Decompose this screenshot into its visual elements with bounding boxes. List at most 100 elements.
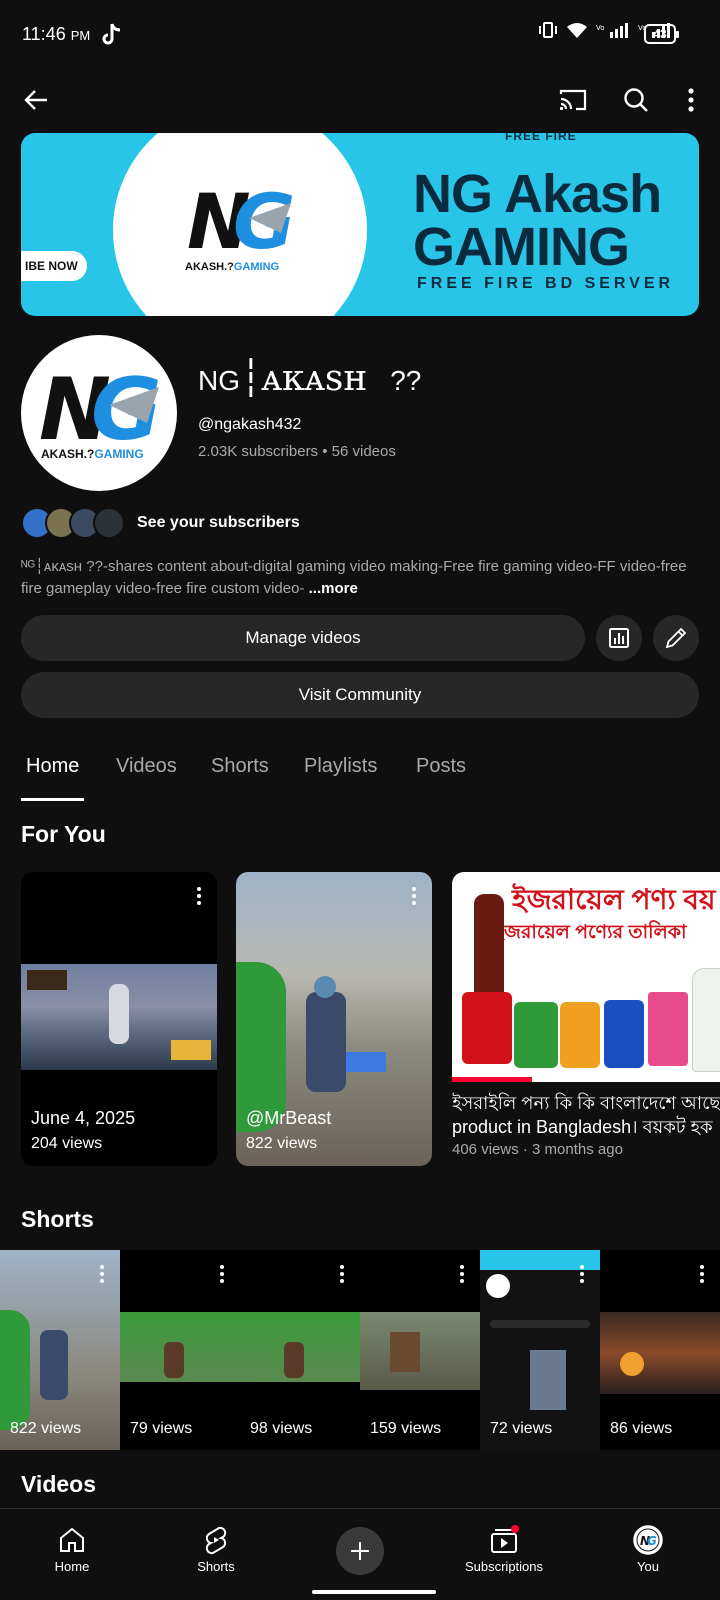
channel-handle: @ngakash432 bbox=[198, 416, 302, 433]
avatar-logo-text: AKASH.?GAMING bbox=[41, 447, 144, 461]
short-views: 822 views bbox=[10, 1420, 82, 1437]
nav-label: Subscriptions bbox=[464, 1559, 544, 1574]
more-vert-icon[interactable] bbox=[572, 1262, 592, 1286]
shorts-icon bbox=[205, 1526, 227, 1555]
tab-playlists[interactable]: Playlists bbox=[304, 750, 377, 800]
banner-subscribe-pill: IBE NOW bbox=[21, 251, 87, 281]
short-thumbnail bbox=[360, 1312, 480, 1390]
videos-heading: Videos bbox=[21, 1471, 96, 1497]
for-you-card[interactable]: June 4, 2025 204 views bbox=[21, 872, 217, 1166]
see-subscribers-link[interactable]: See your subscribers bbox=[137, 514, 300, 532]
nav-subscriptions[interactable]: Subscriptions bbox=[444, 1509, 564, 1589]
short-item[interactable]: 159 views bbox=[360, 1250, 480, 1450]
vibrate-icon bbox=[539, 22, 557, 38]
status-time: 11:46 PM bbox=[22, 24, 91, 44]
banner-top-text: FREE FIRE bbox=[505, 133, 577, 143]
search-icon bbox=[624, 88, 648, 112]
bottom-navigation: Home Shorts Subscriptions NG You bbox=[0, 1508, 720, 1600]
active-tab-indicator bbox=[21, 798, 84, 801]
pencil-icon bbox=[665, 627, 687, 649]
short-thumbnail bbox=[120, 1312, 240, 1382]
nav-shorts[interactable]: Shorts bbox=[156, 1509, 276, 1589]
short-views: 72 views bbox=[490, 1420, 553, 1437]
can bbox=[514, 1002, 558, 1068]
short-item[interactable]: 86 views bbox=[600, 1250, 720, 1450]
manage-videos-button[interactable]: Manage videos bbox=[21, 615, 585, 661]
edit-button[interactable] bbox=[653, 615, 699, 661]
more-vert-icon[interactable] bbox=[92, 1262, 112, 1286]
more-vert-icon[interactable] bbox=[212, 1262, 232, 1286]
analytics-button[interactable] bbox=[596, 615, 642, 661]
tab-home[interactable]: Home bbox=[26, 750, 79, 800]
for-you-heading: For You bbox=[21, 821, 106, 847]
thumb-preview bbox=[530, 1350, 566, 1410]
tab-shorts[interactable]: Shorts bbox=[211, 750, 269, 800]
video-thumbnail[interactable]: ইজরায়েল পণ্য বয় ইজরায়েল পণ্যের তালিকা bbox=[452, 872, 720, 1082]
tab-videos[interactable]: Videos bbox=[116, 750, 177, 800]
cast-button[interactable] bbox=[551, 78, 595, 122]
card-views: 204 views bbox=[31, 1135, 103, 1152]
short-thumbnail bbox=[240, 1312, 360, 1382]
short-item[interactable]: 822 views bbox=[0, 1250, 120, 1450]
channel-description[interactable]: ᴺᴳ┆ᴀᴋᴀsʜ ??-shares content about-digital… bbox=[21, 556, 701, 600]
short-views: 98 views bbox=[250, 1420, 313, 1437]
create-button[interactable] bbox=[336, 1527, 384, 1575]
can bbox=[560, 1002, 600, 1068]
channel-stats: 2.03K subscribers • 56 videos bbox=[198, 443, 396, 460]
more-vert-icon[interactable] bbox=[452, 1262, 472, 1286]
profile-avatar-icon: NG bbox=[633, 1525, 663, 1555]
video-thumbnail bbox=[21, 964, 217, 1070]
banner-title-line2: GAMING bbox=[413, 217, 630, 277]
banner-subtitle: FREE FIRE BD SERVER bbox=[417, 275, 675, 292]
short-item[interactable]: 72 views bbox=[480, 1250, 600, 1450]
tab-posts[interactable]: Posts bbox=[416, 750, 466, 800]
can bbox=[604, 1000, 644, 1068]
battery-indicator: 43 bbox=[644, 24, 679, 44]
subscriber-avatar bbox=[93, 507, 125, 539]
card-title: @MrBeast bbox=[246, 1108, 332, 1128]
signal-icon: Vo bbox=[596, 23, 628, 38]
home-indicator[interactable] bbox=[312, 1590, 436, 1594]
nav-home[interactable]: Home bbox=[12, 1509, 132, 1589]
short-item[interactable]: 98 views bbox=[240, 1250, 360, 1450]
back-button[interactable] bbox=[14, 78, 58, 122]
tiktok-icon bbox=[102, 23, 121, 45]
channel-avatar[interactable]: N G AKASH.?GAMING bbox=[21, 335, 177, 491]
avatar-logo: N G bbox=[39, 360, 162, 460]
back-arrow-icon bbox=[24, 90, 47, 110]
subscriber-avatars[interactable] bbox=[21, 507, 131, 539]
short-thumbnail bbox=[600, 1312, 720, 1394]
banner-logo: N G AKASH.?GAMING bbox=[181, 173, 331, 283]
channel-banner: N G AKASH.?GAMING IBE NOW FREE FIRE NG A… bbox=[21, 133, 699, 316]
watch-progress bbox=[452, 1077, 532, 1082]
more-vert-icon[interactable] bbox=[332, 1262, 352, 1286]
more-vert-icon[interactable] bbox=[692, 1262, 712, 1286]
more-vert-icon[interactable] bbox=[404, 884, 424, 908]
channel-tabs: Home Videos Shorts Playlists Posts bbox=[0, 750, 720, 801]
app-bar bbox=[0, 70, 720, 130]
detergent-box bbox=[648, 992, 688, 1066]
nav-label: You bbox=[637, 1559, 659, 1574]
avatar bbox=[486, 1274, 510, 1298]
visit-community-button[interactable]: Visit Community bbox=[21, 672, 699, 718]
more-vert-icon bbox=[688, 88, 694, 112]
short-item[interactable]: 79 views bbox=[120, 1250, 240, 1450]
channel-name: NG┆ᴀᴋᴀsʜ ?? bbox=[198, 358, 422, 399]
cast-icon bbox=[559, 89, 587, 111]
nav-label: Shorts bbox=[197, 1559, 235, 1574]
more-button[interactable] bbox=[669, 78, 713, 122]
status-bar: 11:46 PM Vo Vo 43 bbox=[0, 0, 720, 70]
video-title[interactable]: ইসরাইলি পন্য কি কি বাংলাদেশে আছে product… bbox=[452, 1091, 720, 1139]
short-views: 86 views bbox=[610, 1420, 673, 1437]
video-meta: 406 views · 3 months ago bbox=[452, 1141, 623, 1158]
more-link[interactable]: ...more bbox=[309, 580, 358, 597]
search-button[interactable] bbox=[614, 78, 658, 122]
shorts-heading: Shorts bbox=[21, 1206, 94, 1232]
short-views: 79 views bbox=[130, 1420, 193, 1437]
for-you-card[interactable]: @MrBeast 822 views bbox=[236, 872, 432, 1166]
svg-text:Vo: Vo bbox=[596, 24, 605, 32]
short-views: 159 views bbox=[370, 1420, 442, 1437]
analytics-icon bbox=[609, 628, 629, 648]
more-vert-icon[interactable] bbox=[189, 884, 209, 908]
nav-you[interactable]: NG You bbox=[588, 1509, 708, 1589]
